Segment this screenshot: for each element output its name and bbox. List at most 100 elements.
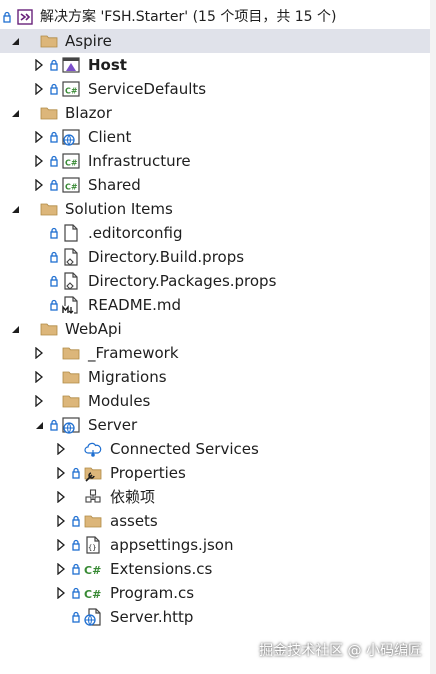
collapsed-arrow-icon[interactable] [55,491,67,503]
folder-label-framework: _Framework [88,344,179,362]
folder-label-blazor: Blazor [65,104,112,122]
project-label-servicedefaults: ServiceDefaults [88,80,207,98]
project-row-infrastructure[interactable]: C# Infrastructure [0,149,430,173]
lock-icon [50,419,58,431]
svg-text:C#: C# [65,183,78,192]
collapsed-arrow-icon[interactable] [33,59,45,71]
file-row-appsettings[interactable]: {} appsettings.json [0,533,430,557]
file-label-server-http: Server.http [110,608,194,626]
collapsed-arrow-icon[interactable] [33,395,45,407]
expanded-arrow-icon[interactable] [9,107,21,119]
lock-icon [72,467,80,479]
project-label-shared: Shared [88,176,141,194]
collapsed-arrow-icon[interactable] [33,155,45,167]
collapsed-arrow-icon[interactable] [55,539,67,551]
folder-row-modules[interactable]: Modules [0,389,430,413]
collapsed-arrow-icon[interactable] [33,371,45,383]
csharp-project-icon: C# [62,177,80,193]
csharp-project-icon: C# [62,81,80,97]
project-row-server[interactable]: Server [0,413,430,437]
folder-label-migrations: Migrations [88,368,167,386]
node-row-dependencies[interactable]: 依赖项 [0,485,430,509]
folder-row-blazor[interactable]: Blazor [0,101,430,125]
solution-title: 解决方案 'FSH.Starter' (15 个项目，共 15 个) [40,9,337,25]
csharp-file-icon: C# [84,564,101,577]
collapsed-arrow-icon[interactable] [33,131,45,143]
node-label-connected-services: Connected Services [110,440,259,458]
lock-icon [50,155,58,167]
file-row-readme[interactable]: README.md [0,293,430,317]
node-row-properties[interactable]: Properties [0,461,430,485]
folder-label-aspire: Aspire [65,32,112,50]
file-label-program: Program.cs [110,584,195,602]
csharp-project-icon: C# [62,153,80,169]
project-row-servicedefaults[interactable]: C# ServiceDefaults [0,77,430,101]
expanded-arrow-icon[interactable] [9,323,21,335]
folder-icon [62,347,80,360]
props-file-icon [64,248,78,266]
props-file-icon [64,272,78,290]
node-label-properties: Properties [110,464,186,482]
project-label-client: Client [88,128,132,146]
properties-folder-icon [84,467,102,482]
file-row-program[interactable]: C# Program.cs [0,581,430,605]
lock-icon [50,251,58,263]
project-row-shared[interactable]: C# Shared [0,173,430,197]
folder-icon [40,35,58,48]
expanded-arrow-icon[interactable] [33,419,45,431]
folder-icon [62,371,80,384]
json-file-icon: {} [86,536,100,554]
expanded-arrow-icon[interactable] [9,203,21,215]
watermark: 掘金技术社区 @ 小码编匠 [259,643,422,659]
file-row-build-props[interactable]: Directory.Build.props [0,245,430,269]
file-row-editorconfig[interactable]: .editorconfig [0,221,430,245]
lock-icon [72,539,80,551]
folder-row-framework[interactable]: _Framework [0,341,430,365]
folder-row-aspire[interactable]: Aspire [0,29,430,53]
folder-icon [40,203,58,216]
solution-root-row[interactable]: 解决方案 'FSH.Starter' (15 个项目，共 15 个) [0,5,430,29]
lock-icon [50,179,58,191]
connected-services-icon [84,442,102,457]
solution-explorer-tree: 解决方案 'FSH.Starter' (15 个项目，共 15 个) Aspir… [0,0,430,674]
folder-row-solution-items[interactable]: Solution Items [0,197,430,221]
file-label-extensions: Extensions.cs [110,560,213,578]
csharp-file-icon: C# [84,588,101,601]
file-label-build-props: Directory.Build.props [88,248,245,266]
file-row-packages-props[interactable]: Directory.Packages.props [0,269,430,293]
folder-label-assets: assets [110,512,158,530]
web-project-icon [62,417,80,434]
folder-icon [40,107,58,120]
lock-icon [50,227,58,239]
folder-row-webapi[interactable]: WebApi [0,317,430,341]
collapsed-arrow-icon[interactable] [55,563,67,575]
collapsed-arrow-icon[interactable] [33,83,45,95]
file-row-server-http[interactable]: Server.http [0,605,430,629]
svg-text:C#: C# [65,159,78,168]
project-label-host: Host [88,56,127,74]
collapsed-arrow-icon[interactable] [33,179,45,191]
web-project-icon [62,129,80,146]
solution-icon [17,9,33,25]
project-label-server: Server [88,416,138,434]
folder-icon [62,395,80,408]
collapsed-arrow-icon[interactable] [55,467,67,479]
project-row-client[interactable]: Client [0,125,430,149]
expanded-arrow-icon[interactable] [9,35,21,47]
folder-row-migrations[interactable]: Migrations [0,365,430,389]
collapsed-arrow-icon[interactable] [33,347,45,359]
folder-row-assets[interactable]: assets [0,509,430,533]
collapsed-arrow-icon[interactable] [55,443,67,455]
lock-icon [72,563,80,575]
folder-icon [84,515,102,528]
project-row-host[interactable]: Host [0,53,430,77]
file-row-extensions[interactable]: C# Extensions.cs [0,557,430,581]
lock-icon [50,131,58,143]
collapsed-arrow-icon[interactable] [55,587,67,599]
node-row-connected-services[interactable]: Connected Services [0,437,430,461]
scrollbar-track[interactable] [430,0,436,674]
lock-icon [50,275,58,287]
file-icon [64,224,78,242]
collapsed-arrow-icon[interactable] [55,515,67,527]
project-label-infrastructure: Infrastructure [88,152,191,170]
